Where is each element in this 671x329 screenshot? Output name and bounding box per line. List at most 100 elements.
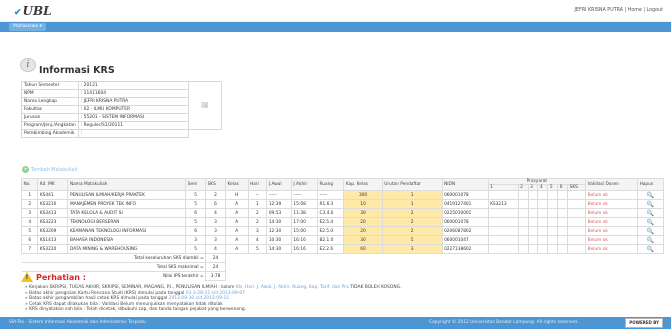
delete-search-icon[interactable]: 🔍: [647, 246, 654, 253]
cell-prasyarat-slot: [527, 217, 539, 227]
cell-sks: 2: [205, 190, 226, 200]
cell-jam-awal: 14:30: [266, 244, 292, 254]
cell-prasyarat-slot: [527, 244, 539, 254]
cell-jam-awal: 14:30: [266, 217, 292, 227]
cell-prasyarat-slot: [537, 208, 549, 218]
cell-nidn: 0419127401: [441, 199, 489, 209]
cell-jam-akhir: 17:00: [290, 217, 318, 227]
cell-hari: 1: [247, 199, 268, 209]
cell-prasyarat-slot: [557, 235, 569, 245]
cell-sks: 3: [205, 226, 226, 236]
cell-sem: 5: [185, 199, 207, 209]
notice-list: » Kerjakan SKRIPSI, TUGAS AKHIR, SKRIPSI…: [25, 285, 401, 313]
cell-sks: 6: [205, 199, 226, 209]
cell-kapasitas: 300: [343, 190, 383, 200]
cell-nidn: 060001078: [441, 190, 489, 200]
info-label: Program/Jenj./Angkatan: [21, 121, 79, 130]
logo-check-icon: ✔: [14, 8, 22, 18]
app-logo[interactable]: ✔UBL: [14, 4, 52, 18]
user-menu[interactable]: JEFRI KRISNA PUTRA | Home | Logout: [575, 8, 664, 13]
cell-hapus: 🔍: [637, 235, 664, 245]
notice-text: Kerjakan SKRIPSI, TUGAS AKHIR, SKRIPSI, …: [29, 285, 236, 290]
cell-hapus: 🔍: [637, 244, 664, 254]
table-row: 6 KS1413 BAHASA INDONESIA 3 3 A 4 10:30 16:16 B2.…: [20, 235, 664, 245]
cell-ruang: E2.5.4: [316, 217, 345, 227]
info-row: Tahun Semester: 20121 🖼: [21, 81, 222, 130]
cell-prasyarat-slot: [557, 190, 569, 200]
cell-prasyarat-slot: [527, 190, 539, 200]
column-header: Kd. MK: [37, 178, 69, 191]
top-header: ✔UBL JEFRI KRISNA PUTRA | Home | Logout: [0, 0, 671, 22]
table-row: 4 KS3223 TEKNOLOGI BERSERAN 5 3 A 2 14:30 17:00 E…: [20, 217, 664, 227]
delete-search-icon[interactable]: 🔍: [647, 228, 654, 235]
cell-prasyarat-slot: [537, 235, 549, 245]
total-row: Total SKS maksimal = 24: [21, 262, 664, 272]
cell-kode: KS441: [37, 190, 69, 200]
cell-no: 6: [20, 235, 39, 245]
cell-hari: 2: [247, 208, 268, 218]
cell-prasyarat-slot: [527, 235, 539, 245]
info-value: : 20121: [77, 81, 189, 90]
cell-nama: DATA MINING & WAREHOUSING: [67, 244, 187, 254]
notice-highlight: Kls, Hari, J. Awal, J. Akhir, Ruang, Kap…: [235, 285, 349, 290]
cell-jam-akhir: -----: [290, 190, 318, 200]
delete-search-icon[interactable]: 🔍: [647, 201, 654, 208]
cell-sem: 3: [185, 235, 207, 245]
column-header: No.: [20, 178, 39, 191]
cell-prasyarat-slot: [527, 226, 539, 236]
cell-prasyarat: [487, 226, 519, 236]
info-row: Pembimbing Akademik:: [21, 129, 222, 138]
cell-prasyarat-slot: [517, 226, 529, 236]
delete-search-icon[interactable]: 🔍: [647, 237, 654, 244]
column-header: Hari: [247, 178, 268, 191]
notice-title: Perhatian :: [36, 273, 86, 282]
cell-prasyarat-slot: [537, 226, 549, 236]
add-course-link[interactable]: + Tambah Matakuliah: [22, 166, 78, 173]
total-row: Nilai IPS terakhir = 3.78: [21, 271, 664, 281]
cell-kelas: A: [225, 199, 249, 209]
cell-prasyarat-slot: [537, 244, 549, 254]
cell-prasyarat-slot: [567, 235, 587, 245]
cell-jam-awal: 09:53: [266, 208, 292, 218]
cell-prasyarat-slot: [557, 217, 569, 227]
footer-left: SIA-Tes - Sistem Informasi Akademik dan …: [9, 320, 146, 325]
cell-prasyarat-slot: [567, 217, 587, 227]
page-title: Informasi KRS: [39, 65, 115, 76]
cell-ruang: B2.1.0: [316, 235, 345, 245]
cell-prasyarat-slot: [557, 226, 569, 236]
cell-prasyarat: [487, 190, 519, 200]
cell-ruang: C3.4.0: [316, 208, 345, 218]
powered-by-badge: POWERED BY: [625, 318, 663, 328]
cell-sks: 3: [205, 217, 226, 227]
notice-item: » KRS dinyatakan sah bila : Telah diceta…: [25, 307, 401, 313]
cell-kode: KS3220: [37, 244, 69, 254]
plus-icon: +: [22, 166, 29, 173]
column-header: Kap. Kelas: [343, 178, 383, 191]
student-photo: 🖼: [187, 81, 222, 130]
cell-validasi: Belum ok: [585, 208, 639, 218]
cell-validasi: Belum ok: [585, 217, 639, 227]
cell-sem: 5: [185, 217, 207, 227]
cell-hapus: 🔍: [637, 208, 664, 218]
cell-hari: 4: [247, 235, 268, 245]
info-value: : 11411604: [77, 89, 189, 98]
delete-search-icon[interactable]: 🔍: [647, 210, 654, 217]
notice-highlight: 2013-08-30 s/d 2013-09-15: [168, 296, 230, 302]
nav-tab-mahasiswa[interactable]: Mahasiswa ▾: [9, 23, 46, 31]
cell-kelas: A: [225, 208, 249, 218]
notice-text: Batas akhir pengisian Kartu Rencana Stud…: [29, 290, 186, 296]
cell-sem: 6: [185, 208, 207, 218]
cell-prasyarat: [487, 235, 519, 245]
cell-kelas: A: [225, 244, 249, 254]
krs-table: No. Kd. MK Nama Matakuliah Sem SKS Kelas Hari J…: [20, 178, 664, 281]
cell-prasyarat-slot: [547, 217, 559, 227]
total-label: Total SKS maksimal =: [21, 262, 207, 272]
notice-tail: TIDAK BOLEH KOSONG.: [348, 285, 402, 290]
cell-urutan: 2: [381, 208, 443, 218]
delete-search-icon[interactable]: 🔍: [647, 219, 654, 226]
cell-prasyarat-slot: [547, 199, 559, 209]
delete-search-icon[interactable]: 🔍: [647, 192, 654, 199]
cell-ruang: E2.2.6: [316, 244, 345, 254]
cell-urutan: 5: [381, 235, 443, 245]
cell-validasi: Belum ok: [585, 244, 639, 254]
